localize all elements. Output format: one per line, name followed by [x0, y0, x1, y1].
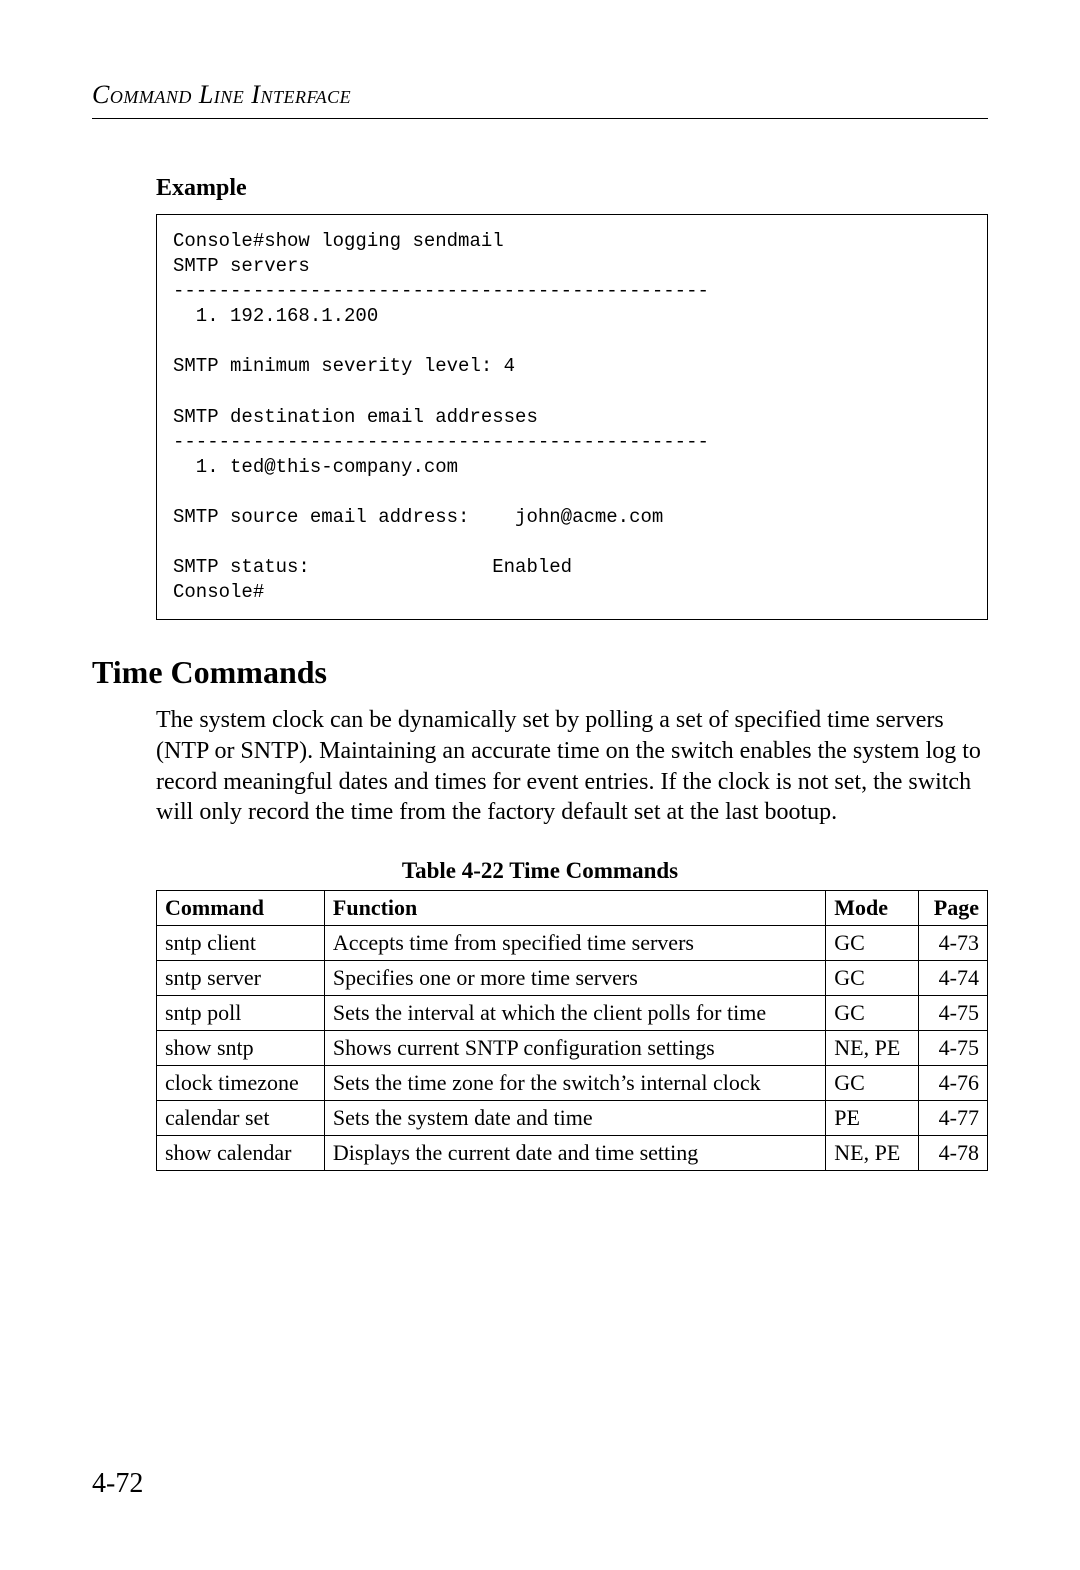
cell-function: Sets the system date and time	[324, 1101, 825, 1136]
table-row: sntp client Accepts time from specified …	[157, 926, 988, 961]
table-row: calendar set Sets the system date and ti…	[157, 1101, 988, 1136]
table-row: sntp server Specifies one or more time s…	[157, 961, 988, 996]
cell-mode: NE, PE	[826, 1136, 918, 1171]
cell-command: sntp client	[157, 926, 325, 961]
page-number: 4-72	[92, 1468, 143, 1500]
cell-page: 4-75	[918, 996, 987, 1031]
cell-page: 4-74	[918, 961, 987, 996]
table-row: sntp poll Sets the interval at which the…	[157, 996, 988, 1031]
cell-mode: GC	[826, 1066, 918, 1101]
table-row: clock timezone Sets the time zone for th…	[157, 1066, 988, 1101]
running-head: Command Line Interface	[92, 80, 988, 110]
table-caption: Table 4-22 Time Commands	[92, 858, 988, 884]
table-header-row: Command Function Mode Page	[157, 891, 988, 926]
cell-page: 4-77	[918, 1101, 987, 1136]
cell-command: calendar set	[157, 1101, 325, 1136]
cell-mode: GC	[826, 961, 918, 996]
header-rule	[92, 118, 988, 119]
cell-mode: GC	[826, 926, 918, 961]
cell-command: clock timezone	[157, 1066, 325, 1101]
cell-function: Displays the current date and time setti…	[324, 1136, 825, 1171]
cell-function: Specifies one or more time servers	[324, 961, 825, 996]
cell-command: sntp poll	[157, 996, 325, 1031]
cell-command: show sntp	[157, 1031, 325, 1066]
section-heading: Time Commands	[92, 654, 988, 691]
col-header-command: Command	[157, 891, 325, 926]
body-paragraph: The system clock can be dynamically set …	[156, 705, 988, 828]
cell-mode: PE	[826, 1101, 918, 1136]
cell-mode: NE, PE	[826, 1031, 918, 1066]
table-row: show calendar Displays the current date …	[157, 1136, 988, 1171]
example-heading: Example	[156, 175, 988, 202]
table-row: show sntp Shows current SNTP configurati…	[157, 1031, 988, 1066]
cell-page: 4-78	[918, 1136, 987, 1171]
commands-table: Command Function Mode Page sntp client A…	[156, 890, 988, 1171]
col-header-function: Function	[324, 891, 825, 926]
code-block: Console#show logging sendmail SMTP serve…	[156, 214, 988, 620]
cell-mode: GC	[826, 996, 918, 1031]
cell-page: 4-73	[918, 926, 987, 961]
cell-command: show calendar	[157, 1136, 325, 1171]
cell-page: 4-76	[918, 1066, 987, 1101]
cell-function: Sets the interval at which the client po…	[324, 996, 825, 1031]
cell-command: sntp server	[157, 961, 325, 996]
cell-function: Accepts time from specified time servers	[324, 926, 825, 961]
cell-function: Sets the time zone for the switch’s inte…	[324, 1066, 825, 1101]
cell-page: 4-75	[918, 1031, 987, 1066]
col-header-page: Page	[918, 891, 987, 926]
col-header-mode: Mode	[826, 891, 918, 926]
cell-function: Shows current SNTP configuration setting…	[324, 1031, 825, 1066]
